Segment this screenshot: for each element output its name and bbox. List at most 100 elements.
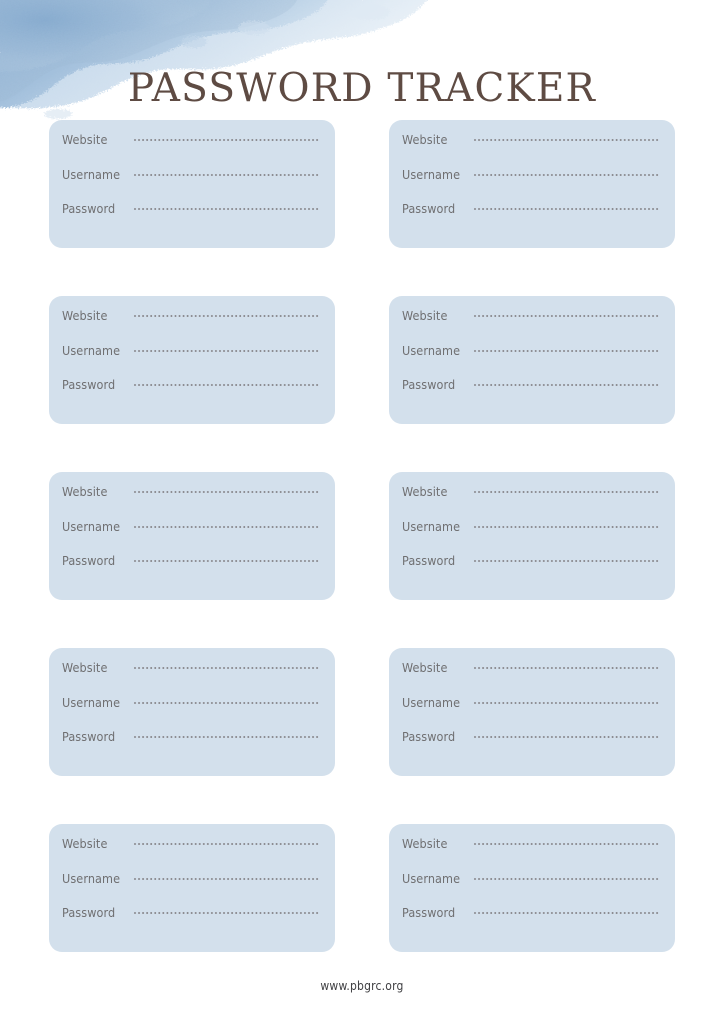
field-label-password: Password [62, 553, 116, 569]
footer-url[interactable]: www.pbgrc.org [0, 979, 724, 993]
field-label-username: Username [402, 342, 461, 358]
website-input-line[interactable] [134, 838, 319, 848]
field-password[interactable]: Password [62, 729, 319, 764]
website-input-line[interactable] [474, 838, 659, 848]
field-password[interactable]: Password [62, 905, 319, 940]
field-label-website: Website [62, 308, 108, 323]
field-website[interactable]: Website [402, 132, 659, 167]
card-row: Website Username Password Website Userna… [49, 472, 675, 600]
field-username[interactable]: Username [62, 343, 319, 378]
password-entry-card[interactable]: Website Username Password [49, 824, 335, 952]
field-username[interactable]: Username [402, 871, 659, 906]
field-website[interactable]: Website [402, 484, 659, 519]
username-input-line[interactable] [474, 873, 659, 883]
password-input-line[interactable] [474, 379, 659, 389]
password-input-line[interactable] [134, 379, 319, 389]
field-label-username: Username [62, 518, 121, 534]
field-label-website: Website [62, 132, 108, 147]
password-entry-card[interactable]: Website Username Password [389, 648, 675, 776]
field-label-website: Website [62, 484, 108, 499]
field-label-username: Username [62, 694, 121, 710]
field-label-username: Username [402, 870, 461, 886]
username-input-line[interactable] [474, 345, 659, 355]
card-row: Website Username Password Website Userna… [49, 296, 675, 424]
field-username[interactable]: Username [402, 343, 659, 378]
password-entry-card[interactable]: Website Username Password [389, 472, 675, 600]
field-label-website: Website [402, 308, 448, 323]
field-label-website: Website [402, 484, 448, 499]
field-website[interactable]: Website [402, 308, 659, 343]
password-input-line[interactable] [134, 907, 319, 917]
password-entry-card[interactable]: Website Username Password [389, 824, 675, 952]
password-input-line[interactable] [134, 731, 319, 741]
password-entry-card[interactable]: Website Username Password [49, 296, 335, 424]
password-entry-card[interactable]: Website Username Password [49, 120, 335, 248]
field-username[interactable]: Username [402, 695, 659, 730]
username-input-line[interactable] [474, 169, 659, 179]
field-username[interactable]: Username [62, 695, 319, 730]
field-label-password: Password [62, 729, 116, 745]
field-label-password: Password [62, 905, 116, 921]
field-password[interactable]: Password [402, 905, 659, 940]
field-password[interactable]: Password [402, 729, 659, 764]
field-label-password: Password [402, 905, 456, 921]
password-entry-card[interactable]: Website Username Password [389, 296, 675, 424]
password-card-grid: Website Username Password Website Userna… [49, 120, 675, 952]
website-input-line[interactable] [474, 310, 659, 320]
field-label-password: Password [62, 201, 116, 217]
field-website[interactable]: Website [62, 308, 319, 343]
password-entry-card[interactable]: Website Username Password [49, 472, 335, 600]
field-password[interactable]: Password [62, 377, 319, 412]
field-label-website: Website [402, 660, 448, 675]
website-input-line[interactable] [134, 134, 319, 144]
password-entry-card[interactable]: Website Username Password [49, 648, 335, 776]
username-input-line[interactable] [134, 169, 319, 179]
username-input-line[interactable] [134, 873, 319, 883]
field-website[interactable]: Website [402, 660, 659, 695]
field-label-password: Password [402, 377, 456, 393]
field-username[interactable]: Username [62, 519, 319, 554]
password-input-line[interactable] [474, 203, 659, 213]
website-input-line[interactable] [134, 662, 319, 672]
field-label-username: Username [402, 694, 461, 710]
field-username[interactable]: Username [402, 519, 659, 554]
card-row: Website Username Password Website Userna… [49, 824, 675, 952]
field-label-username: Username [62, 342, 121, 358]
field-website[interactable]: Website [62, 484, 319, 519]
website-input-line[interactable] [474, 662, 659, 672]
password-input-line[interactable] [474, 555, 659, 565]
website-input-line[interactable] [474, 134, 659, 144]
field-username[interactable]: Username [62, 167, 319, 202]
username-input-line[interactable] [134, 521, 319, 531]
website-input-line[interactable] [134, 310, 319, 320]
field-password[interactable]: Password [62, 553, 319, 588]
password-entry-card[interactable]: Website Username Password [389, 120, 675, 248]
field-password[interactable]: Password [402, 201, 659, 236]
website-input-line[interactable] [474, 486, 659, 496]
field-password[interactable]: Password [402, 377, 659, 412]
username-input-line[interactable] [474, 521, 659, 531]
field-username[interactable]: Username [402, 167, 659, 202]
field-label-username: Username [62, 870, 121, 886]
card-row: Website Username Password Website Userna… [49, 648, 675, 776]
field-label-website: Website [62, 836, 108, 851]
card-row: Website Username Password Website Userna… [49, 120, 675, 248]
field-website[interactable]: Website [62, 660, 319, 695]
field-website[interactable]: Website [402, 836, 659, 871]
field-password[interactable]: Password [62, 201, 319, 236]
page-title: PASSWORD TRACKER [127, 66, 597, 112]
field-website[interactable]: Website [62, 132, 319, 167]
password-input-line[interactable] [134, 555, 319, 565]
field-label-website: Website [402, 836, 448, 851]
username-input-line[interactable] [134, 345, 319, 355]
field-username[interactable]: Username [62, 871, 319, 906]
field-website[interactable]: Website [62, 836, 319, 871]
password-input-line[interactable] [134, 203, 319, 213]
password-input-line[interactable] [474, 907, 659, 917]
username-input-line[interactable] [134, 697, 319, 707]
username-input-line[interactable] [474, 697, 659, 707]
field-password[interactable]: Password [402, 553, 659, 588]
field-label-password: Password [402, 553, 456, 569]
website-input-line[interactable] [134, 486, 319, 496]
password-input-line[interactable] [474, 731, 659, 741]
